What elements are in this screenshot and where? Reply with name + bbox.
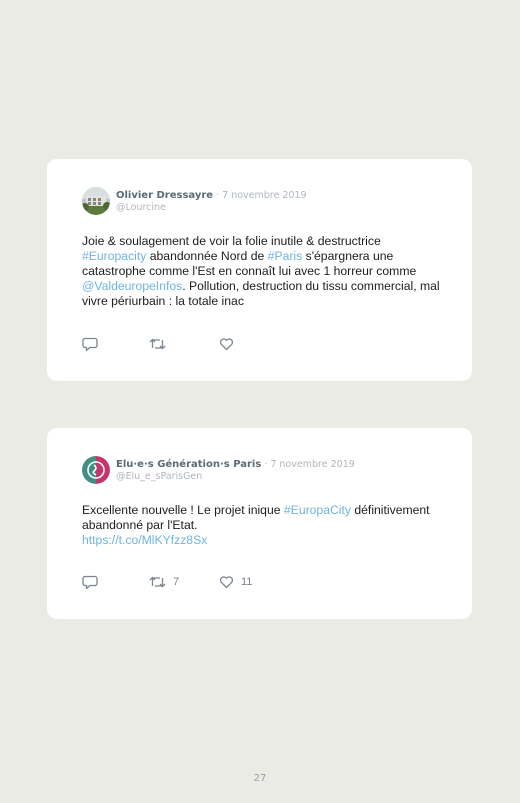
author-name[interactable]: Elu·e·s Génération·s Paris	[116, 459, 261, 470]
page-number: 27	[253, 773, 267, 784]
author-line: Elu·e·s Génération·s Paris · 7 novembre …	[116, 458, 355, 470]
like-count: 11	[241, 576, 253, 588]
author-name[interactable]: Olivier Dressayre	[116, 190, 213, 201]
tweet-text: Joie & soulagement de voir la folie inut…	[82, 234, 442, 309]
retweet-icon	[149, 576, 166, 588]
reply-icon	[82, 337, 98, 351]
retweet-count: 7	[173, 576, 180, 588]
heart-icon	[220, 338, 233, 351]
reply-icon	[82, 575, 98, 589]
avatar[interactable]	[82, 456, 110, 484]
generations-logo-icon	[82, 456, 110, 484]
reply-button[interactable]	[82, 336, 98, 352]
tweet-link[interactable]: #Paris	[268, 249, 303, 263]
author-handle[interactable]: @Elu_e_sParisGen	[116, 471, 202, 482]
tweet-link[interactable]: #EuropaCity	[284, 503, 351, 517]
avatar[interactable]	[82, 187, 110, 215]
author-line: Olivier Dressayre · 7 novembre 2019	[116, 189, 307, 201]
tweet-link[interactable]: https://t.co/MlKYfzz8Sx	[82, 533, 207, 547]
heart-icon	[220, 576, 233, 589]
tweet-card: Elu·e·s Génération·s Paris · 7 novembre …	[47, 428, 472, 619]
like-button[interactable]	[219, 336, 241, 352]
tweet-link[interactable]: #Europacity	[82, 249, 146, 263]
tweet-text-segment: abandonnée Nord de	[146, 249, 268, 263]
retweet-icon	[149, 338, 166, 350]
retweet-button[interactable]: 7	[149, 574, 179, 590]
reply-button[interactable]	[82, 574, 98, 590]
like-button[interactable]: 11	[219, 574, 252, 590]
tweet-card: Olivier Dressayre · 7 novembre 2019 @Lou…	[47, 159, 472, 381]
tweet-link[interactable]: @ValdeuropeInfos	[82, 279, 182, 293]
tweet-text-segment: Joie & soulagement de voir la folie inut…	[82, 234, 381, 248]
tweet-text-segment: Excellente nouvelle ! Le projet inique	[82, 503, 284, 517]
tweet-date[interactable]: · 7 novembre 2019	[213, 190, 306, 201]
tweet-date[interactable]: · 7 novembre 2019	[261, 459, 354, 470]
tweet-text: Excellente nouvelle ! Le projet inique #…	[82, 503, 442, 548]
building-photo-icon	[82, 187, 110, 215]
retweet-button[interactable]	[149, 336, 173, 352]
author-handle[interactable]: @Lourcine	[116, 202, 166, 213]
